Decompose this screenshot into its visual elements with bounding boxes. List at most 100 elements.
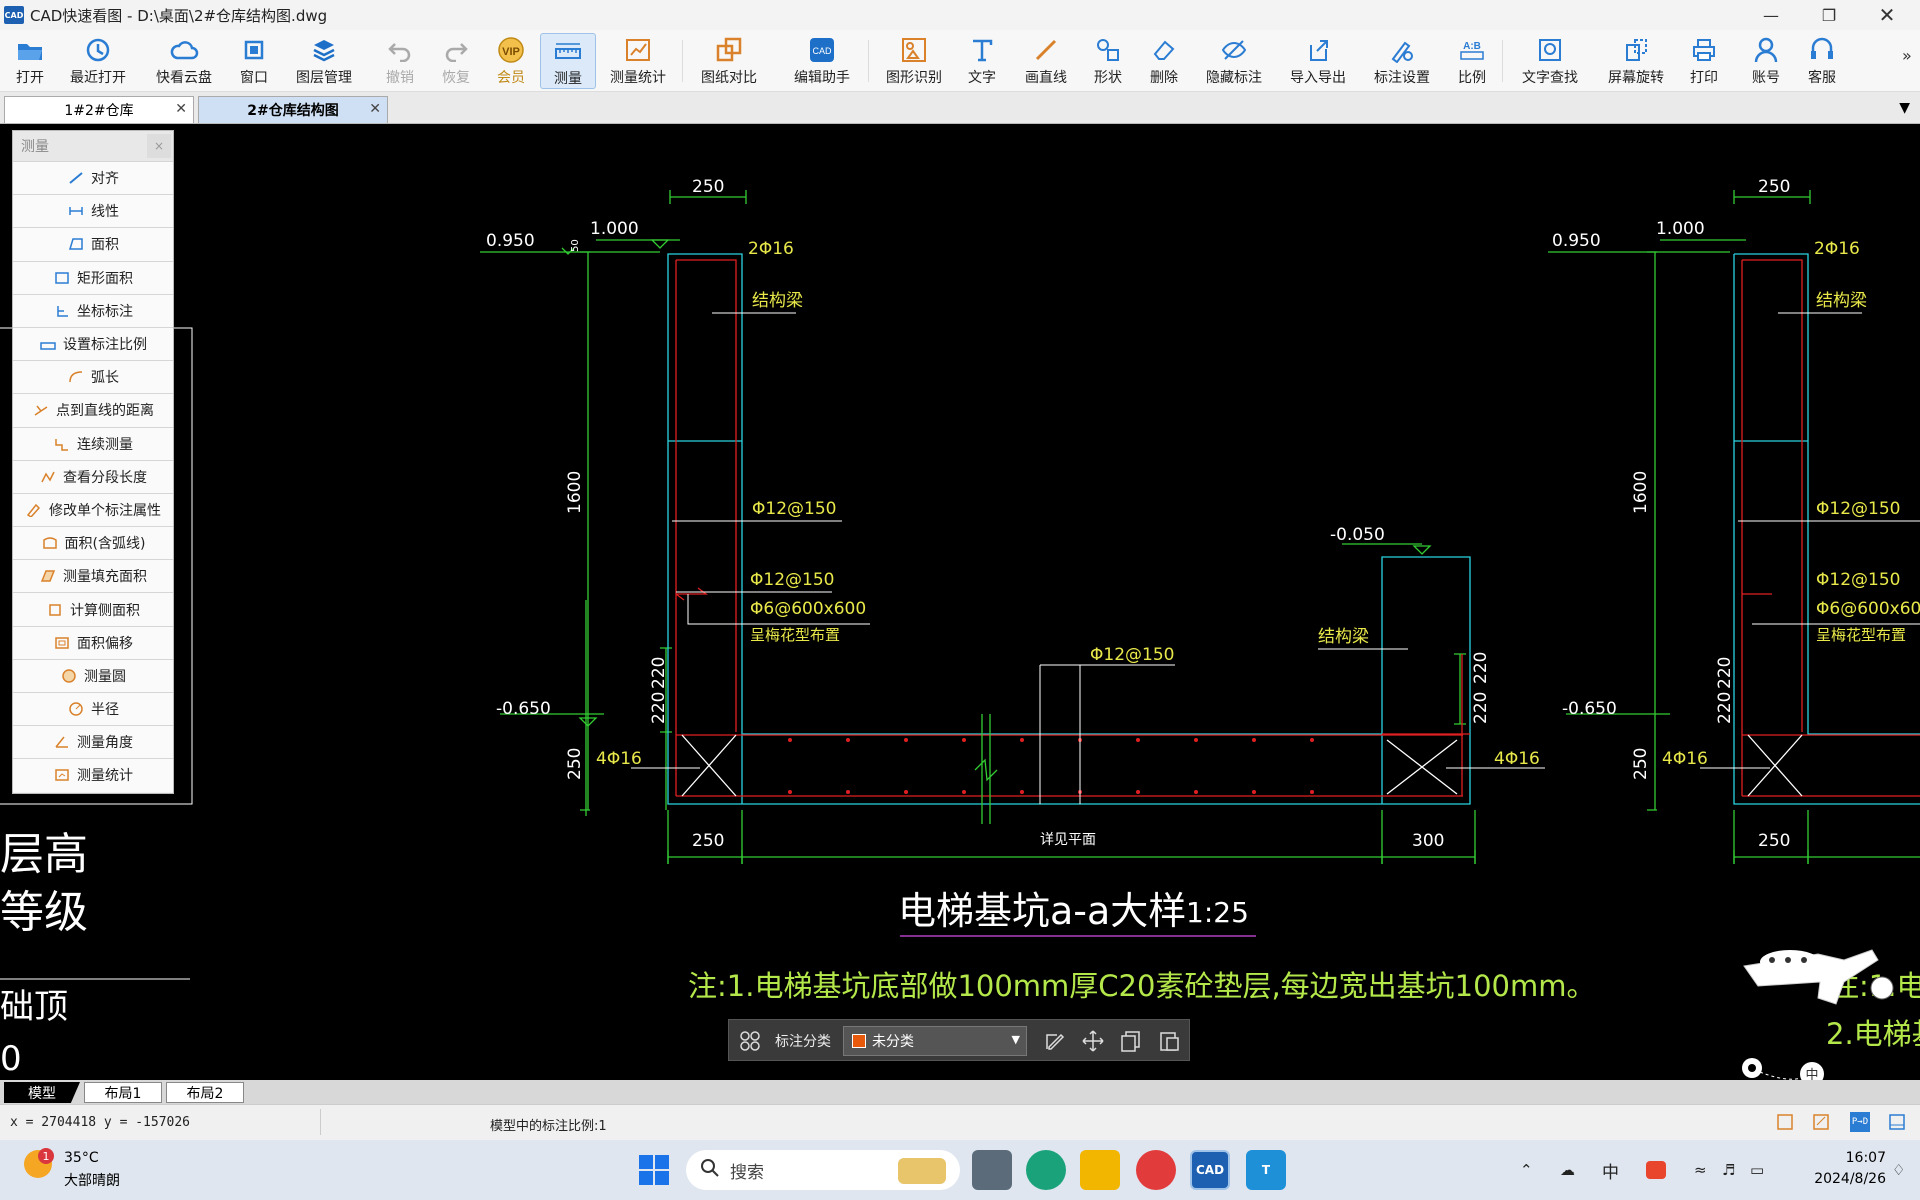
hide-annotation-button[interactable]: 隐藏标注 <box>1202 33 1266 89</box>
line-icon <box>1033 33 1059 67</box>
recent-button[interactable]: 最近打开 <box>66 33 130 89</box>
cad-app-taskbar-icon[interactable]: CAD <box>1190 1150 1230 1190</box>
volume-icon[interactable]: ♬ <box>1722 1140 1735 1200</box>
tool-app-icon[interactable]: T <box>1246 1150 1286 1190</box>
pdf-convert-icon[interactable]: P→D <box>1850 1112 1870 1132</box>
scale-button[interactable]: A:B 比例 <box>1456 33 1488 89</box>
battery-icon[interactable]: ▭ <box>1750 1140 1764 1200</box>
close-icon[interactable]: × <box>147 134 171 158</box>
layout-tab-1[interactable]: 布局1 <box>84 1082 162 1103</box>
dim-220-dup-a: 220 <box>1715 657 1735 689</box>
file-explorer-icon[interactable] <box>1080 1150 1120 1190</box>
screen-rotate-button[interactable]: 屏幕旋转 <box>1604 33 1668 89</box>
close-window-button[interactable]: ✕ <box>1858 0 1916 30</box>
compare-button[interactable]: 图纸对比 <box>697 33 761 89</box>
edit-assistant-button[interactable]: CAD 编辑助手 <box>790 33 854 89</box>
ime-indicator[interactable]: 中 <box>1602 1140 1619 1200</box>
windows-start-icon[interactable] <box>638 1154 670 1190</box>
tray-chevron-icon[interactable]: ⌃ <box>1520 1140 1533 1200</box>
measure-segment-length[interactable]: 查看分段长度 <box>13 459 173 493</box>
measure-continuous[interactable]: 连续测量 <box>13 426 173 460</box>
notification-bell-icon[interactable]: ♢ <box>1892 1140 1905 1200</box>
measure-button[interactable]: 测量 <box>540 33 596 89</box>
layout-tab-2[interactable]: 布局2 <box>166 1082 244 1103</box>
measure-side-area[interactable]: 计算侧面积 <box>13 592 173 626</box>
cloud-button[interactable]: 快看云盘 <box>152 33 216 89</box>
linear-measure-icon <box>67 203 85 219</box>
measure-area-offset[interactable]: 面积偏移 <box>13 625 173 659</box>
measure-radius[interactable]: 半径 <box>13 692 173 726</box>
annotation-settings-button[interactable]: 标注设置 <box>1370 33 1434 89</box>
shape-recognize-button[interactable]: 图形识别 <box>882 33 946 89</box>
drawing-canvas[interactable]: 层高 等级 础顶 0 250 0.950 1.000 2Φ16 结构梁 1600… <box>0 124 1920 1080</box>
measure-arc-length[interactable]: 弧长 <box>13 360 173 394</box>
shape-button[interactable]: 形状 <box>1092 33 1124 89</box>
grid-icon[interactable] <box>739 1030 761 1056</box>
annotation-settings-icon <box>1389 33 1415 67</box>
dim-220-b: 220 <box>649 692 669 724</box>
radius-icon <box>67 701 85 717</box>
measure-point-to-line[interactable]: 点到直线的距离 <box>13 393 173 427</box>
gear-icon[interactable] <box>1742 1058 1762 1078</box>
svg-text:A:B: A:B <box>1463 41 1481 52</box>
netease-music-icon[interactable] <box>1136 1150 1176 1190</box>
weather-temp: 35°C <box>64 1150 99 1166</box>
account-button[interactable]: 账号 <box>1750 33 1782 89</box>
rebar-2phi16-dup: 2Φ16 <box>1814 239 1860 259</box>
measure-circle[interactable]: 测量圆 <box>13 658 173 692</box>
elev-1000-dup: 1.000 <box>1656 219 1705 239</box>
sogou-icon[interactable] <box>1646 1140 1666 1200</box>
measure-stats-button[interactable]: 测量统计 <box>606 33 670 89</box>
panel-toggle-icon[interactable] <box>1888 1113 1906 1135</box>
measure-statistics[interactable]: 测量统计 <box>13 758 173 792</box>
close-icon[interactable]: ✕ <box>175 101 187 117</box>
print-button[interactable]: 打印 <box>1688 33 1720 89</box>
measure-set-scale[interactable]: 设置标注比例 <box>13 326 173 361</box>
measure-area[interactable]: 面积 <box>13 227 173 261</box>
toolbar-overflow-button[interactable]: » <box>1902 46 1912 65</box>
text-button[interactable]: 文字 <box>966 33 998 89</box>
delete-button[interactable]: 删除 <box>1148 33 1180 89</box>
measure-linear[interactable]: 线性 <box>13 194 173 228</box>
onedrive-cloud-icon[interactable]: ☁ <box>1560 1140 1575 1200</box>
export-icon[interactable] <box>1812 1113 1830 1135</box>
task-view-icon[interactable] <box>972 1150 1012 1190</box>
close-icon[interactable]: ✕ <box>369 101 381 117</box>
minimize-button[interactable]: — <box>1742 0 1800 30</box>
layout-tab-model[interactable]: 模型 <box>4 1082 80 1103</box>
annotation-category-select[interactable]: 未分类 ▼ <box>843 1026 1027 1056</box>
move-icon[interactable] <box>1081 1029 1105 1057</box>
wifi-icon[interactable]: ≈ <box>1694 1140 1707 1200</box>
measure-fill-area[interactable]: 测量填充面积 <box>13 559 173 593</box>
taskbar-search-box[interactable]: 搜索 <box>686 1150 960 1190</box>
edge-browser-icon[interactable] <box>1026 1150 1066 1190</box>
copy-icon[interactable] <box>1119 1029 1143 1057</box>
import-export-button[interactable]: 导入导出 <box>1286 33 1350 89</box>
vip-button[interactable]: VIP 会员 <box>494 33 528 89</box>
measure-edit-annotation[interactable]: 修改单个标注属性 <box>13 492 173 527</box>
customer-service-button[interactable]: 客服 <box>1806 33 1838 89</box>
window-button[interactable]: 窗口 <box>236 33 272 89</box>
measure-angle[interactable]: 测量角度 <box>13 725 173 759</box>
edit-icon[interactable] <box>1043 1029 1067 1057</box>
vip-icon: VIP <box>496 33 526 67</box>
undo-button[interactable]: 撤销 <box>384 33 416 89</box>
redo-button[interactable]: 恢复 <box>440 33 472 89</box>
measure-coordinate[interactable]: 坐标标注 <box>13 293 173 327</box>
layer-manager-button[interactable]: 图层管理 <box>292 33 356 89</box>
paste-icon[interactable] <box>1157 1029 1181 1057</box>
weather-badge: 1 <box>38 1148 54 1164</box>
measure-rect-area[interactable]: 矩形面积 <box>13 260 173 294</box>
text-search-button[interactable]: 文字查找 <box>1518 33 1582 89</box>
tab-2-warehouse-structure[interactable]: 2#仓库结构图 ✕ <box>198 96 388 123</box>
open-button[interactable]: 打开 <box>10 33 50 89</box>
draw-line-button[interactable]: 画直线 <box>1022 33 1070 89</box>
measure-area-arc[interactable]: 面积(含弧线) <box>13 526 173 560</box>
maximize-button[interactable]: ❐ <box>1800 0 1858 30</box>
save-icon[interactable] <box>1776 1113 1794 1135</box>
measure-panel: 测量 × 对齐 线性 面积 矩形面积 坐标标注 设置标注比例 弧长 点到直线的距… <box>12 130 174 794</box>
ime-badge[interactable]: 中 <box>1800 1062 1824 1080</box>
tab-list-dropdown-icon[interactable]: ▼ <box>1899 100 1910 116</box>
measure-align[interactable]: 对齐 <box>13 161 173 195</box>
tab-1-2-warehouse[interactable]: 1#2#仓库 ✕ <box>4 96 194 123</box>
